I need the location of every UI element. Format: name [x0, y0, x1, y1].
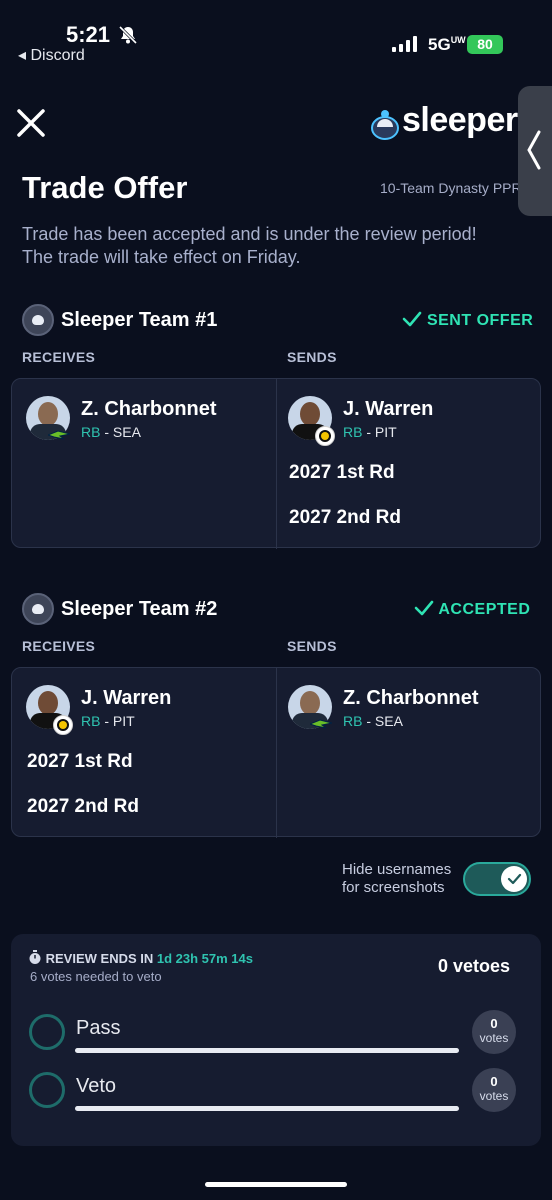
seahawks-logo-icon [310, 719, 332, 729]
status-badge: SENT OFFER [402, 311, 533, 330]
sends-label: SENDS [287, 349, 337, 365]
hide-usernames-toggle[interactable] [463, 862, 531, 896]
network-label: 5GUW [428, 35, 466, 54]
receives-label: RECEIVES [22, 638, 96, 654]
player-position: RB - PIT [81, 713, 135, 729]
side-panel-handle[interactable] [518, 86, 552, 216]
player-name[interactable]: Z. Charbonnet [81, 398, 217, 421]
player-position: RB - SEA [81, 424, 141, 440]
back-to-discord-link[interactable]: ◂ Discord [18, 45, 85, 65]
player-position: RB - SEA [343, 713, 403, 729]
player-position: RB - PIT [343, 424, 397, 440]
chevron-left-icon [527, 130, 541, 170]
player-name[interactable]: J. Warren [81, 687, 171, 710]
hide-usernames-label: Hide usernames for screenshots [342, 861, 452, 896]
check-icon [414, 600, 434, 616]
steelers-logo-icon [315, 426, 335, 446]
trade-notice: Trade has been accepted and is under the… [22, 224, 477, 267]
card-divider [276, 668, 277, 838]
page-title: Trade Offer [22, 170, 188, 205]
veto-vote-count: 0 votes [472, 1068, 516, 1112]
draft-pick: 2027 2nd Rd [289, 507, 401, 528]
seahawks-logo-icon [48, 430, 70, 440]
battery-indicator: 80 [467, 35, 503, 54]
status-badge: ACCEPTED [414, 600, 530, 619]
league-name: 10-Team Dynasty PPR [380, 180, 518, 196]
trade-card: Z. Charbonnet RB - SEA J. Warren RB - PI… [11, 378, 541, 549]
steelers-logo-icon [53, 715, 73, 735]
player-name[interactable]: Z. Charbonnet [343, 687, 479, 710]
receives-label: RECEIVES [22, 349, 96, 365]
home-indicator[interactable] [205, 1182, 347, 1187]
sleeper-logo-icon [371, 110, 399, 140]
veto-vote-label[interactable]: Veto [76, 1075, 116, 1098]
veto-count: 0 vetoes [438, 956, 511, 976]
review-countdown: REVIEW ENDS IN 1d 23h 57m 14s [28, 950, 253, 966]
bell-muted-icon [118, 25, 138, 45]
trade-card: J. Warren RB - PIT 2027 1st Rd 2027 2nd … [11, 667, 541, 838]
check-icon [507, 873, 522, 885]
team-name: Sleeper Team #2 [61, 598, 218, 620]
team-avatar [22, 593, 54, 625]
votes-needed: 6 votes needed to veto [30, 969, 162, 984]
pass-vote-label[interactable]: Pass [76, 1017, 120, 1040]
sends-label: SENDS [287, 638, 337, 654]
pass-vote-radio[interactable] [29, 1014, 65, 1050]
card-divider [276, 379, 277, 549]
player-name[interactable]: J. Warren [343, 398, 433, 421]
veto-vote-radio[interactable] [29, 1072, 65, 1108]
team-avatar [22, 304, 54, 336]
app-logo-text: sleeper [402, 101, 518, 139]
team-name: Sleeper Team #1 [61, 309, 218, 331]
pass-vote-count: 0 votes [472, 1010, 516, 1054]
draft-pick: 2027 2nd Rd [27, 796, 139, 817]
veto-vote-bar [75, 1106, 459, 1111]
draft-pick: 2027 1st Rd [289, 462, 395, 483]
pass-vote-bar [75, 1048, 459, 1053]
close-icon[interactable] [14, 106, 48, 140]
stopwatch-icon [29, 950, 41, 964]
check-icon [402, 311, 422, 327]
draft-pick: 2027 1st Rd [27, 751, 133, 772]
signal-icon [392, 36, 417, 52]
